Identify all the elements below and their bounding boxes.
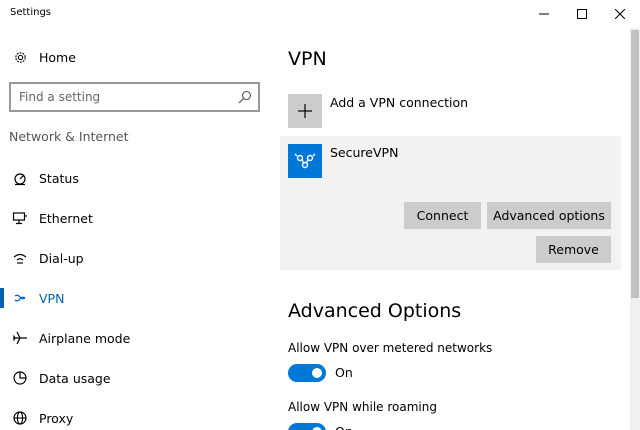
maximize-icon <box>577 9 587 19</box>
sidebar-item-label: Airplane mode <box>39 330 131 346</box>
sidebar-item-label: Data usage <box>39 370 111 386</box>
sidebar-item-data-usage[interactable]: Data usage <box>0 358 270 398</box>
section-label: Network & Internet <box>9 129 129 144</box>
data-usage-icon <box>12 370 28 386</box>
sidebar-item-label: Proxy <box>39 410 74 426</box>
sidebar-item-dial-up[interactable]: Dial-up <box>0 238 270 278</box>
metered-networks-label: Allow VPN over metered networks <box>288 341 493 355</box>
roaming-state: On <box>335 424 353 430</box>
close-button[interactable] <box>597 0 640 28</box>
sidebar-item-label: Dial-up <box>39 250 84 266</box>
toggle-knob <box>312 368 322 378</box>
plus-icon <box>298 104 312 118</box>
airplane-icon <box>12 330 28 346</box>
sidebar-item-proxy[interactable]: Proxy <box>0 398 270 430</box>
roaming-label: Allow VPN while roaming <box>288 400 437 414</box>
add-vpn-tile[interactable] <box>288 94 322 128</box>
sidebar-item-ethernet[interactable]: Ethernet <box>0 198 270 238</box>
search-input[interactable] <box>19 89 229 105</box>
close-icon <box>615 9 625 19</box>
sidebar-item-label: Status <box>39 170 79 186</box>
sidebar-item-home[interactable]: Home <box>0 37 270 77</box>
vpn-icon <box>12 290 28 306</box>
sidebar-item-vpn[interactable]: VPN <box>0 278 270 318</box>
gear-icon <box>12 49 28 65</box>
metered-networks-toggle[interactable] <box>288 364 326 382</box>
vpn-connection-tile <box>288 144 322 178</box>
dial-up-icon <box>12 250 28 266</box>
ethernet-icon <box>12 210 28 226</box>
main-content: VPN Add a VPN connection SecureVPN Conne… <box>270 28 630 430</box>
window-title: Settings <box>10 7 52 18</box>
vpn-icon <box>294 153 316 169</box>
advanced-options-button[interactable]: Advanced options <box>487 202 611 229</box>
globe-icon <box>12 410 28 426</box>
connect-button[interactable]: Connect <box>404 202 481 229</box>
sidebar-item-label: VPN <box>39 290 65 306</box>
page-title: VPN <box>288 48 327 70</box>
status-icon <box>12 170 28 186</box>
advanced-options-heading: Advanced Options <box>288 300 462 322</box>
search-box[interactable] <box>9 82 260 112</box>
title-bar: Settings <box>0 0 640 28</box>
sidebar-item-label: Ethernet <box>39 210 93 226</box>
search-icon[interactable] <box>238 89 252 108</box>
minimize-icon <box>539 13 549 15</box>
roaming-toggle[interactable] <box>288 423 326 430</box>
selection-indicator <box>0 288 4 308</box>
add-vpn-label: Add a VPN connection <box>330 95 469 110</box>
sidebar-item-status[interactable]: Status <box>0 158 270 198</box>
scrollbar-thumb[interactable] <box>631 30 639 298</box>
remove-button[interactable]: Remove <box>536 236 611 263</box>
metered-networks-state: On <box>335 365 353 380</box>
sidebar: Home Network & Internet Status Ethernet … <box>0 28 270 430</box>
sidebar-item-airplane-mode[interactable]: Airplane mode <box>0 318 270 358</box>
vpn-connection-card[interactable]: SecureVPN Connect Advanced options Remov… <box>280 136 621 270</box>
sidebar-item-label: Home <box>39 49 76 65</box>
vpn-connection-name: SecureVPN <box>330 145 399 160</box>
scrollbar[interactable] <box>630 28 640 430</box>
